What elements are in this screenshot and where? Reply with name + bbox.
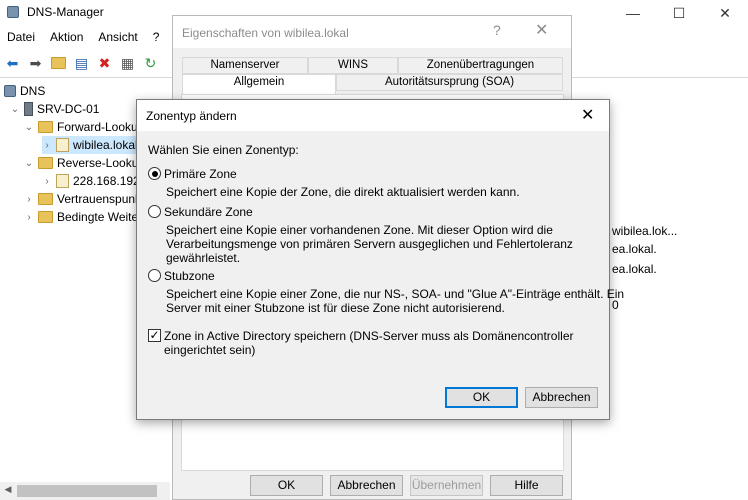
minimize-button[interactable]: — [610, 0, 656, 26]
list-item[interactable]: ea.lokal. [612, 242, 657, 256]
cancel-button[interactable]: Abbrechen [525, 387, 598, 408]
dns-icon [4, 85, 16, 97]
tab-namenserver[interactable]: Namenserver [182, 57, 308, 74]
stub-zone-label[interactable]: Stubzone [164, 269, 215, 283]
secondary-zone-description: Verarbeitungsmenge von primären Servern … [166, 237, 573, 251]
up-folder-icon[interactable] [48, 53, 69, 73]
dialog-title: Zonentyp ändern [146, 109, 237, 123]
stub-zone-description: Server mit einer Stubzone ist für diese … [166, 301, 505, 315]
folder-icon [38, 193, 53, 205]
ok-button[interactable]: OK [445, 387, 518, 408]
expand-icon[interactable]: › [42, 176, 52, 187]
refresh-icon[interactable]: ↻ [140, 53, 161, 73]
primary-zone-description: Speichert eine Kopie der Zone, die direk… [166, 185, 520, 199]
close-icon[interactable]: ✕ [581, 105, 594, 125]
maximize-button[interactable]: ☐ [656, 0, 702, 26]
close-icon[interactable]: ✕ [535, 20, 548, 40]
zone-file-icon [56, 174, 69, 188]
list-item[interactable]: ea.lokal. [612, 262, 657, 276]
collapse-icon[interactable]: ⌄ [24, 158, 34, 169]
radio-secondary-zone[interactable] [148, 205, 161, 218]
tree-item-server[interactable]: ⌄ SRV-DC-01 [10, 100, 99, 118]
tab-allgemein[interactable]: Allgemein [182, 74, 336, 95]
help-button[interactable]: Hilfe [490, 475, 563, 496]
zone-file-icon [56, 138, 69, 152]
radio-stub-zone[interactable] [148, 269, 161, 282]
expand-icon[interactable]: › [24, 194, 34, 205]
scrollbar-thumb[interactable] [17, 485, 157, 497]
forward-arrow-icon[interactable]: ➡ [25, 53, 46, 73]
server-icon [24, 102, 33, 116]
secondary-zone-description: Speichert eine Kopie einer vorhandenen Z… [166, 223, 553, 237]
zone-type-prompt: Wählen Sie einen Zonentyp: [148, 143, 299, 157]
folder-icon [38, 157, 53, 169]
dialog-titlebar: Zonentyp ändern ✕ [137, 100, 609, 131]
delete-icon[interactable]: ✖ [94, 53, 115, 73]
back-arrow-icon[interactable]: ⬅ [2, 53, 23, 73]
dns-manager-icon [7, 6, 19, 18]
store-in-ad-label[interactable]: Zone in Active Directory speichern (DNS-… [164, 329, 573, 343]
menu-aktion[interactable]: Aktion [43, 28, 83, 48]
tree-label: SRV-DC-01 [37, 102, 100, 116]
ok-button[interactable]: OK [250, 475, 323, 496]
change-zone-type-dialog: Zonentyp ändern ✕ Wählen Sie einen Zonen… [136, 99, 624, 420]
primary-zone-label[interactable]: Primäre Zone [164, 167, 237, 181]
properties-icon[interactable]: ▦ [117, 53, 138, 73]
expand-icon[interactable]: › [42, 140, 52, 151]
list-item[interactable]: wibilea.lok... [612, 224, 677, 238]
menu-ansicht[interactable]: Ansicht [91, 28, 137, 48]
secondary-zone-label[interactable]: Sekundäre Zone [164, 205, 253, 219]
tree-item-dns[interactable]: DNS [4, 82, 45, 100]
folder-icon [38, 211, 53, 223]
properties-titlebar: Eigenschaften von wibilea.lokal ? ✕ [173, 16, 571, 48]
tab-zonenuebertragungen[interactable]: Zonenübertragungen [398, 57, 563, 74]
close-button[interactable]: ✕ [702, 0, 748, 26]
menu-help[interactable]: ? [146, 28, 160, 48]
scroll-left-icon[interactable]: ◀ [1, 484, 15, 495]
expand-icon[interactable]: › [24, 212, 34, 223]
tree-horizontal-scrollbar[interactable]: ◀ [0, 482, 170, 500]
tab-soa[interactable]: Autoritätsursprung (SOA) [336, 74, 563, 91]
secondary-zone-description: gewährleistet. [166, 251, 241, 265]
collapse-icon[interactable]: ⌄ [10, 104, 20, 115]
apply-button: Übernehmen [410, 475, 483, 496]
stub-zone-description: Speichert eine Kopie einer Zone, die nur… [166, 287, 625, 301]
tree-label: wibilea.lokal [73, 138, 138, 152]
cancel-button[interactable]: Abbrechen [330, 475, 403, 496]
menu-datei[interactable]: Datei [0, 28, 35, 48]
properties-title: Eigenschaften von wibilea.lokal [182, 26, 349, 40]
help-icon[interactable]: ? [493, 22, 501, 38]
store-in-ad-checkbox[interactable]: ✓ [148, 329, 161, 342]
toolbar: ⬅ ➡ ▤ ✖ ▦ ↻ [0, 51, 182, 75]
show-hide-tree-icon[interactable]: ▤ [71, 53, 92, 73]
collapse-icon[interactable]: ⌄ [24, 122, 34, 133]
store-in-ad-label[interactable]: eingerichtet sein) [164, 343, 255, 357]
tab-wins[interactable]: WINS [308, 57, 398, 74]
window-controls: — ☐ ✕ [610, 0, 748, 26]
window-title: DNS-Manager [27, 5, 104, 19]
tree-item-trust-points[interactable]: › Vertrauenspunkte [24, 190, 151, 208]
tree-label: DNS [20, 84, 46, 98]
radio-primary-zone[interactable] [148, 167, 161, 180]
folder-icon [38, 121, 53, 133]
